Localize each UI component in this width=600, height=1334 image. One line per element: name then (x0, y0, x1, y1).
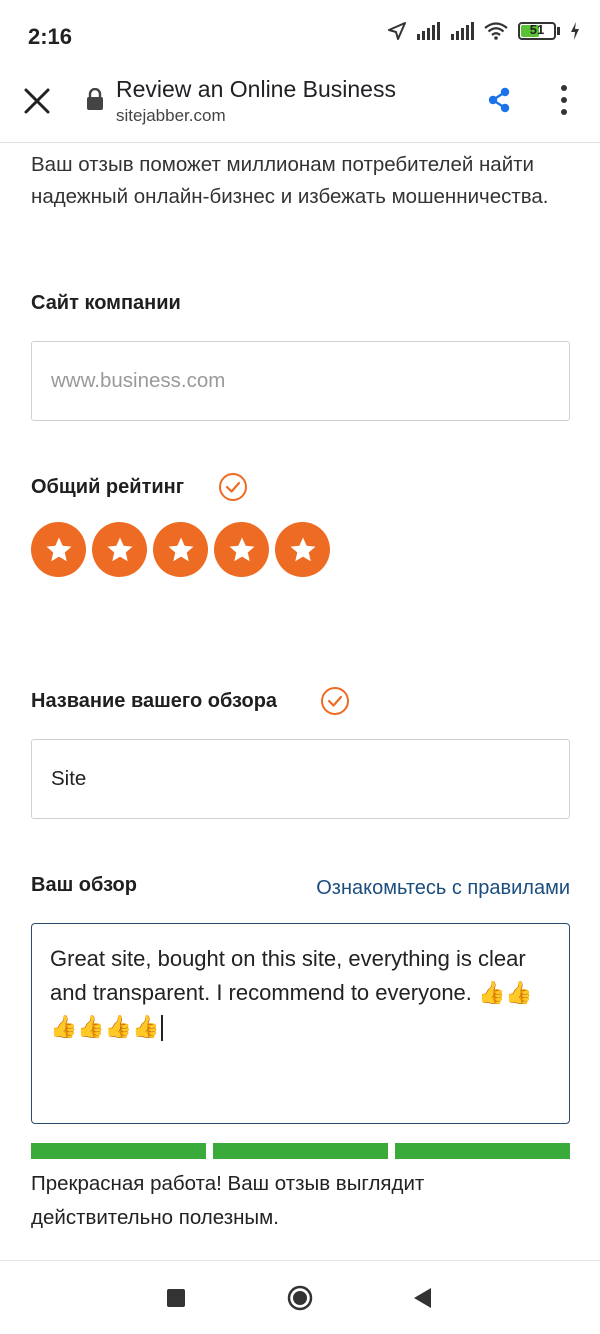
status-time: 2:16 (28, 24, 73, 49)
review-title-value: Site (51, 767, 87, 790)
site-input-placeholder: www.business.com (51, 369, 226, 392)
battery-icon: 51 (518, 22, 560, 40)
wifi-icon (484, 22, 508, 40)
star-rating[interactable] (31, 522, 330, 577)
title-label: Название вашего обзора (31, 690, 278, 712)
signal-icon (451, 22, 474, 40)
review-textarea[interactable]: Great site, bought on this site, everyth… (31, 923, 570, 1124)
page-title: Review an Online Business (116, 76, 396, 102)
lock-icon (87, 88, 103, 110)
feedback-text: Прекрасная работа! Ваш отзыв выглядит де… (31, 1172, 425, 1229)
review-title-input[interactable]: Site (31, 739, 570, 819)
home-icon[interactable] (287, 1285, 313, 1311)
back-icon[interactable] (412, 1287, 432, 1309)
review-label: Ваш обзор (31, 874, 137, 896)
recents-icon[interactable] (167, 1289, 185, 1307)
review-quality-meter (31, 1143, 570, 1159)
check-circle-icon (219, 473, 247, 501)
signal-icon (417, 22, 440, 40)
star-3[interactable] (153, 522, 208, 577)
site-label: Сайт компании (31, 292, 181, 314)
intro-text: Ваш отзыв поможет миллионам потребителей… (31, 153, 549, 208)
more-vert-icon[interactable] (556, 84, 572, 116)
charging-icon (571, 22, 579, 40)
star-icon (229, 537, 254, 561)
check-circle-icon (321, 687, 349, 715)
location-arrow-icon (388, 22, 406, 40)
text-cursor (160, 1015, 163, 1042)
close-icon[interactable] (22, 86, 52, 116)
star-4[interactable] (214, 522, 269, 577)
guidelines-link[interactable]: Ознакомьтесь с правилами (316, 877, 570, 900)
status-icons: 51 (388, 22, 580, 40)
share-icon[interactable] (486, 86, 512, 114)
star-icon (168, 537, 193, 561)
android-nav-bar (0, 1260, 600, 1334)
star-icon (290, 537, 315, 561)
battery-level: 51 (529, 22, 545, 37)
site-input[interactable]: www.business.com (31, 341, 570, 421)
status-bar: 2:16 51 (0, 0, 600, 70)
star-5[interactable] (275, 522, 330, 577)
star-2[interactable] (92, 522, 147, 577)
star-icon (46, 537, 71, 561)
quality-segment (31, 1143, 206, 1159)
review-form: Ваш отзыв поможет миллионам потребителей… (0, 143, 600, 1260)
rating-label: Общий рейтинг (31, 476, 185, 498)
browser-toolbar: Review an Online Business sitejabber.com (0, 70, 600, 143)
quality-segment (395, 1143, 570, 1159)
star-icon (107, 537, 132, 561)
review-text: Great site, bought on this site, everyth… (50, 946, 533, 1039)
star-1[interactable] (31, 522, 86, 577)
page-url[interactable]: sitejabber.com (116, 106, 226, 126)
quality-segment (213, 1143, 388, 1159)
